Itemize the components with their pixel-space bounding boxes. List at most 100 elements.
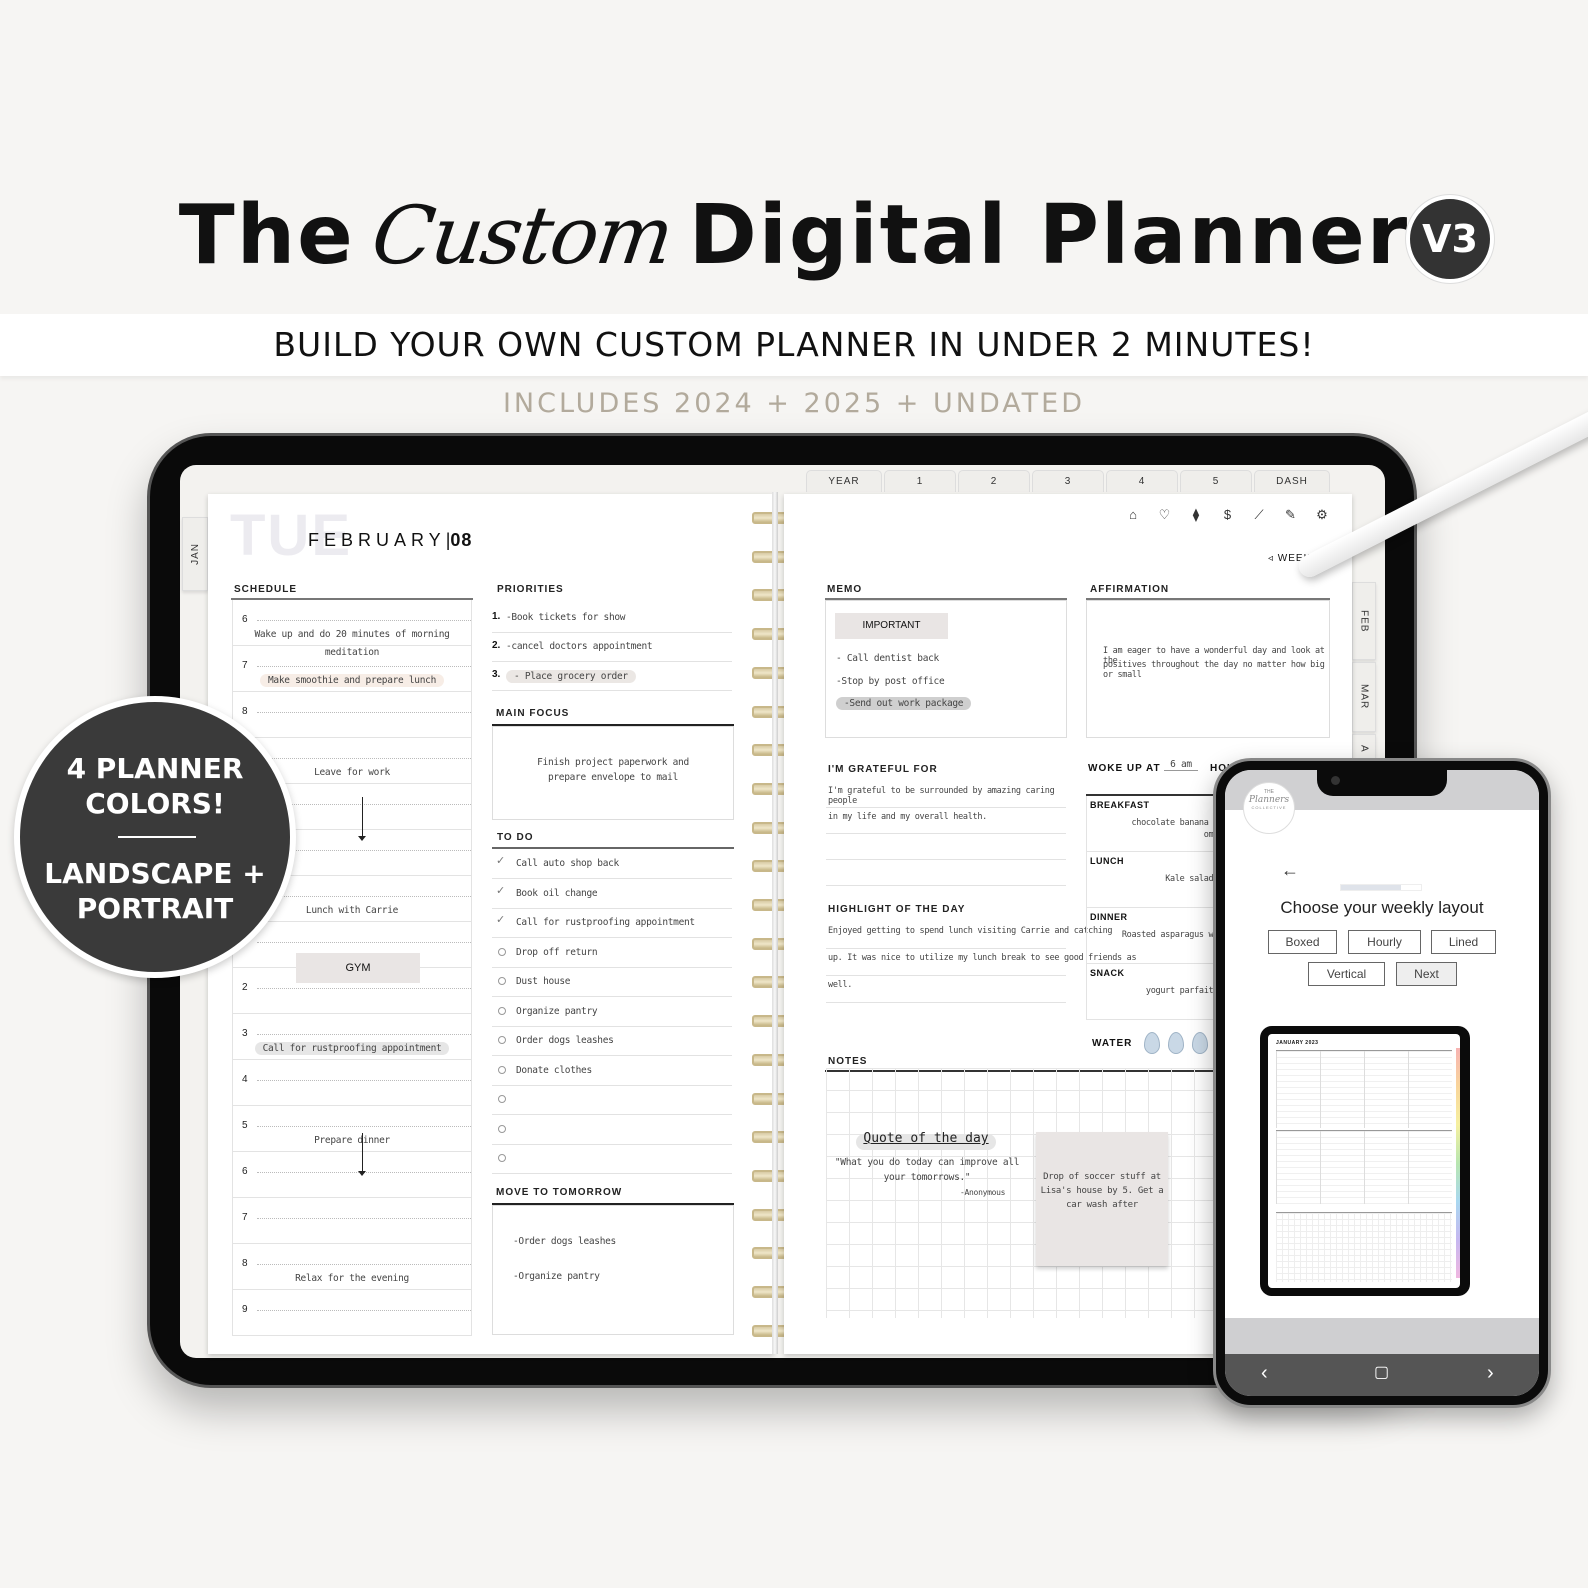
schedule-row[interactable]: 8 <box>233 692 471 738</box>
grateful-line[interactable] <box>826 834 1066 860</box>
affirmation-box[interactable]: I am eager to have a wonderful day and l… <box>1086 600 1330 738</box>
checkbox-icon[interactable] <box>498 947 506 956</box>
checkbox-icon[interactable] <box>498 977 506 985</box>
grateful-line[interactable]: in my life and my overall health. <box>826 808 1066 834</box>
checkbox-icon[interactable] <box>498 1154 506 1162</box>
nav-home-icon[interactable]: ▢ <box>1374 1362 1389 1382</box>
schedule-row[interactable]: 7 <box>233 1198 471 1244</box>
highlight-lines[interactable]: Enjoyed getting to spend lunch visiting … <box>826 922 1137 1022</box>
meal-row[interactable]: DINNER Roasted asparagus wit <box>1087 908 1227 964</box>
todo-item[interactable] <box>492 1145 732 1174</box>
home-icon[interactable]: ⌂ <box>1124 506 1142 524</box>
schedule-row[interactable]: 4 <box>233 1060 471 1106</box>
schedule-row[interactable]: 8 Relax for the evening <box>233 1244 471 1290</box>
water-drop-icon[interactable] <box>1168 1032 1184 1054</box>
option-lined[interactable]: Lined <box>1431 930 1496 954</box>
tab-feb[interactable]: FEB <box>1352 582 1376 660</box>
chart-icon[interactable]: ⟋ <box>1250 506 1268 524</box>
option-boxed[interactable]: Boxed <box>1268 930 1337 954</box>
todo-item[interactable]: Drop off return <box>492 939 732 968</box>
memo-box[interactable]: IMPORTANT - Call dentist back -Stop by p… <box>825 600 1067 738</box>
water-drop-icon[interactable] <box>1192 1032 1208 1054</box>
meal-row[interactable]: SNACK yogurt parfait a <box>1087 964 1227 1020</box>
schedule-row[interactable]: 5 Prepare dinner <box>233 1106 471 1152</box>
todo-item[interactable]: Order dogs leashes <box>492 1027 732 1056</box>
checkbox-icon[interactable] <box>498 1006 506 1015</box>
schedule-row[interactable]: 7 Make smoothie and prepare lunch <box>233 646 471 692</box>
todo-item[interactable] <box>492 1086 732 1115</box>
gym-sticker[interactable]: GYM <box>296 953 420 983</box>
meal-row[interactable]: LUNCH Kale salad a <box>1087 852 1227 908</box>
schedule-row[interactable]: 6 Wake up and do 20 minutes of morning me… <box>233 600 471 658</box>
checkbox-icon[interactable] <box>498 1124 506 1133</box>
camera-icon <box>1331 776 1340 785</box>
todo-item[interactable]: Donate clothes <box>492 1057 732 1086</box>
todo-rule <box>492 847 734 849</box>
checkbox-icon[interactable] <box>498 1036 506 1044</box>
schedule-row[interactable]: 9 <box>233 1290 471 1336</box>
gear-icon[interactable]: ⚙ <box>1313 506 1331 524</box>
priority-text: -cancel doctors appointment <box>506 641 653 652</box>
todo-item[interactable] <box>492 1116 732 1145</box>
grateful-line[interactable]: I'm grateful to be surrounded by amazing… <box>826 782 1066 808</box>
highlight-line[interactable]: Enjoyed getting to spend lunch visiting … <box>826 922 1113 949</box>
tab-year[interactable]: YEAR <box>806 470 882 492</box>
todo-item[interactable]: Organize pantry <box>492 998 732 1027</box>
grateful-lines[interactable]: I'm grateful to be surrounded by amazing… <box>826 782 1066 886</box>
nav-back-icon[interactable]: ‹ <box>1261 1362 1268 1385</box>
checked-icon[interactable]: ✓ <box>496 854 505 867</box>
highlight-line[interactable]: up. It was nice to utilize my lunch brea… <box>826 949 1137 976</box>
schedule-row[interactable]: 6 <box>233 1152 471 1198</box>
move-tomorrow-box[interactable]: -Order dogs leashes -Organize pantry <box>492 1205 734 1335</box>
tab-2[interactable]: 2 <box>958 470 1030 492</box>
affirmation-line2: positives throughout the day no matter h… <box>1103 660 1325 680</box>
tab-apr-label: A <box>1358 745 1370 753</box>
pencil-icon[interactable]: ✎ <box>1282 506 1300 524</box>
schedule-row[interactable]: 3 Call for rustproofing appointment <box>233 1014 471 1060</box>
highlight-text: well. <box>828 980 853 990</box>
main-focus-box[interactable]: Finish project paperwork and prepare env… <box>492 726 734 820</box>
tab-4[interactable]: 4 <box>1106 470 1178 492</box>
sticky-note[interactable]: Drop of soccer stuff at Lisa's house by … <box>1036 1132 1168 1266</box>
todo-item[interactable]: ✓ Book oil change <box>492 880 732 909</box>
priority-item[interactable]: 3. - Place grocery order <box>492 662 732 691</box>
woke-up-label: WOKE UP AT <box>1088 763 1161 774</box>
highlight-line[interactable]: well. <box>826 976 1066 1003</box>
heart-icon[interactable]: ♡ <box>1156 506 1174 524</box>
schedule-entry-wrap: Relax for the evening <box>233 1268 471 1286</box>
main-focus-line1: Finish project paperwork and <box>537 757 689 768</box>
todo-item[interactable]: ✓ Call for rustproofing appointment <box>492 909 732 938</box>
tab-1[interactable]: 1 <box>884 470 956 492</box>
next-button[interactable]: Next <box>1396 962 1457 986</box>
water-drop-icon[interactable] <box>1144 1032 1160 1054</box>
dumbbell-icon[interactable]: ⧫ <box>1187 506 1205 524</box>
tab-3[interactable]: 3 <box>1032 470 1104 492</box>
grateful-line[interactable] <box>826 860 1066 886</box>
priority-item[interactable]: 2. -cancel doctors appointment <box>492 633 732 662</box>
woke-up-value[interactable]: 6 am <box>1164 759 1198 771</box>
todo-item[interactable]: ✓ Call auto shop back <box>492 850 732 879</box>
option-vertical[interactable]: Vertical <box>1308 962 1385 986</box>
tab-dash[interactable]: DASH <box>1254 470 1330 492</box>
checked-icon[interactable]: ✓ <box>496 913 505 926</box>
dollar-icon[interactable]: $ <box>1219 506 1237 524</box>
tab-5[interactable]: 5 <box>1180 470 1252 492</box>
checked-icon[interactable]: ✓ <box>496 884 505 897</box>
schedule-hour: 9 <box>242 1304 248 1315</box>
tab-mar[interactable]: MAR <box>1352 662 1376 732</box>
schedule-dotted-line <box>257 620 471 621</box>
priority-number: 1. <box>492 611 501 622</box>
meal-label: SNACK <box>1090 968 1125 978</box>
meal-row[interactable]: BREAKFASTchocolate banana smomel <box>1087 796 1227 852</box>
checkbox-icon[interactable] <box>498 1065 506 1074</box>
phone-nav-bar: ‹ ▢ › <box>1225 1354 1539 1396</box>
back-arrow-icon[interactable]: ← <box>1281 860 1299 881</box>
page-spine <box>772 492 778 1354</box>
checkbox-icon[interactable] <box>498 1095 506 1103</box>
todo-item[interactable]: Dust house <box>492 968 732 997</box>
nav-forward-icon[interactable]: › <box>1487 1362 1494 1385</box>
tab-jan[interactable]: JAN <box>182 517 208 591</box>
option-hourly[interactable]: Hourly <box>1348 930 1421 954</box>
priority-item[interactable]: 1. -Book tickets for show <box>492 604 732 633</box>
grateful-text: I'm grateful to be surrounded by amazing… <box>828 786 1055 806</box>
